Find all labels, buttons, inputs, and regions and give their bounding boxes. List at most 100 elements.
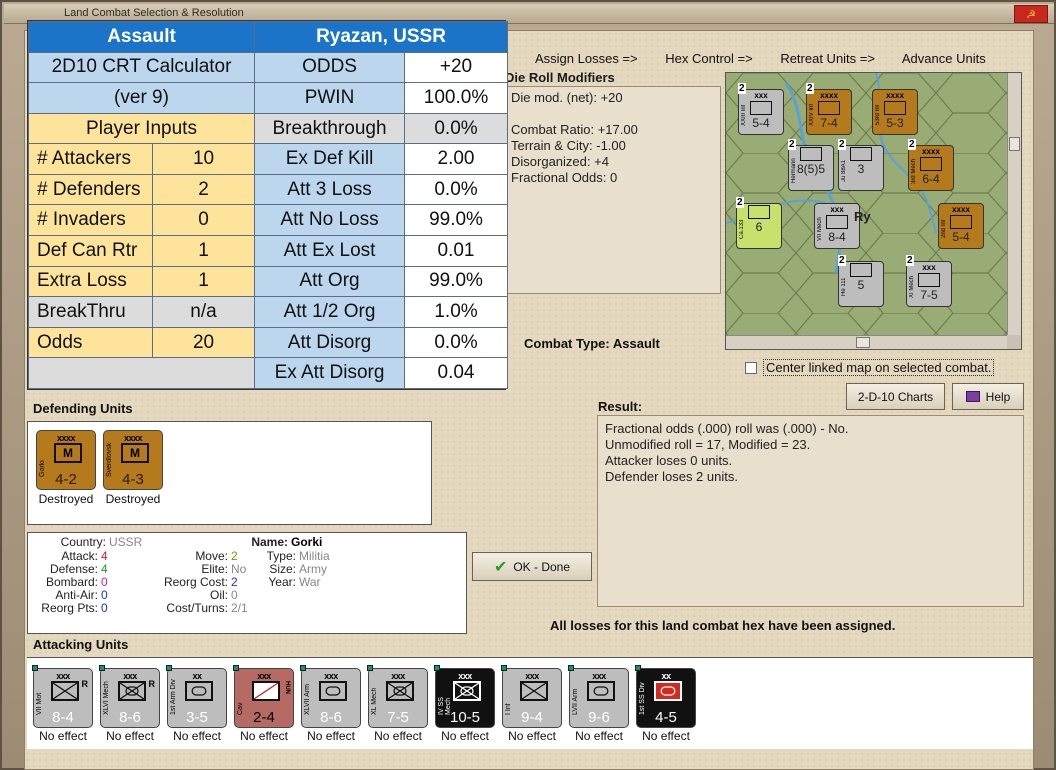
info-antiair-key: Anti-Air: <box>55 588 98 602</box>
crt-cell: +20 <box>404 51 509 84</box>
result-title: Result: <box>598 399 643 414</box>
info-bombard-key: Bombard: <box>45 575 98 589</box>
crt-cell: 1.0% <box>404 296 509 328</box>
defending-unit-counter[interactable]: xxxx M 4-2 Gorki <box>36 430 96 490</box>
attacking-unit-counter[interactable]: xx 3-5 1st Arm Div <box>166 665 227 728</box>
crt-cell: Def Can Rtr <box>28 235 153 267</box>
checkbox-box[interactable] <box>745 361 757 374</box>
map-horizontal-scrollbar[interactable] <box>726 335 1009 349</box>
unit-type-symbol-icon <box>587 681 615 701</box>
all-losses-message: All losses for this land combat hex have… <box>550 618 896 633</box>
map-counter[interactable]: xxx 5-4 XXIII Inf 2 <box>738 83 784 135</box>
unit-name: Sverdlovsk <box>106 442 113 477</box>
crt-cell: Att Org <box>254 265 406 298</box>
attacking-unit-counter[interactable]: xx 4-5 1st SS Div <box>635 665 696 728</box>
info-oil-value: 0 <box>231 588 238 602</box>
map-counter[interactable]: xxx 7-5 XI Mech 2 <box>906 255 952 307</box>
attacking-unit-status: No effect <box>374 729 422 743</box>
map-counter[interactable]: 8(5)5 Hermann 2 <box>788 139 834 191</box>
map-city-label: Ry <box>854 209 871 224</box>
unit-name: 1st SS Div <box>639 682 646 715</box>
unit-type-symbol-icon <box>51 681 79 701</box>
scroll-corner <box>1007 335 1021 349</box>
crt-cell: 2 <box>151 173 256 206</box>
phase-assign-losses[interactable]: Assign Losses => <box>535 51 638 66</box>
crt-cell: 0 <box>151 204 256 237</box>
crt-row: Ex Att Disorg 0.04 <box>27 357 509 389</box>
crt-cell <box>27 357 256 389</box>
info-reorgcost-key: Reorg Cost: <box>163 575 228 589</box>
map-counter-symbol <box>850 263 872 277</box>
defending-unit-status: Destroyed <box>105 492 161 506</box>
map-counter-size: xxx <box>754 91 768 100</box>
defending-unit-status: Destroyed <box>38 492 94 506</box>
crt-cell: n/a <box>151 296 256 328</box>
attacking-unit-counter[interactable]: xxx 7-5 XL Mech <box>367 665 428 728</box>
info-attack-value: 4 <box>101 549 108 563</box>
unit-name: XL Mech <box>371 687 378 715</box>
linked-map[interactable]: xxx 5-4 XXIII Inf 2 xxxx 7-4 XXIV Inf 2 xxxx 5-3 5… <box>725 72 1022 350</box>
defending-unit-counter[interactable]: xxxx M 4-3 Sverdlovsk <box>103 430 163 490</box>
map-counter-unit-name: Hermann <box>791 158 797 184</box>
phase-advance-units[interactable]: Advance Units <box>902 51 986 66</box>
map-counter-unit-name: XXIV Inf <box>809 104 815 127</box>
info-cost-value: 2/1 <box>231 601 248 615</box>
help-button[interactable]: Help <box>952 383 1024 410</box>
info-name-value: Gorki <box>291 535 323 549</box>
map-counter[interactable]: xxxx 7-4 XXIV Inf 2 <box>806 83 852 135</box>
map-counter-unit-name: Ca.133 <box>739 219 745 239</box>
crt-row: # Invaders 0 Att No Loss 99.0% <box>28 204 509 237</box>
unit-name: XLVII Arm <box>304 684 311 715</box>
crt-cell: 99.0% <box>404 265 509 298</box>
phase-retreat-units[interactable]: Retreat Units => <box>780 51 875 66</box>
map-counter[interactable]: xxxx 5-4 2nd Inf <box>938 203 984 249</box>
map-counter-size: xxxx <box>886 91 904 100</box>
center-linked-map-checkbox[interactable]: Center linked map on selected combat. <box>745 359 995 376</box>
unit-name: 1st Arm Div <box>170 679 177 715</box>
crt-cell: (ver 9) <box>27 82 256 114</box>
ok-done-button[interactable]: ✔ OK - Done <box>472 552 592 581</box>
attacking-unit-counter[interactable]: xxx 8-4 VII Mot R <box>32 665 93 728</box>
map-counter[interactable]: 6 Ca.133 2 <box>736 197 782 249</box>
info-elite-value: No <box>231 562 247 576</box>
result-line: Defender loses 2 units. <box>605 469 738 484</box>
attacking-unit-counter[interactable]: xxx 8-6 XLVII Arm <box>300 665 361 728</box>
crt-cell: Odds <box>28 326 153 359</box>
unit-type-symbol-icon <box>185 681 213 701</box>
crt-cell: 0.0% <box>404 112 509 145</box>
attacking-unit-status: No effect <box>642 729 690 743</box>
attacking-unit-counter[interactable]: xxx 9-6 LVII Arm <box>568 665 629 728</box>
map-counter[interactable]: 3 Ju 88A1 2 <box>838 139 884 191</box>
map-counter-symbol <box>950 215 972 229</box>
attacking-unit-counter[interactable]: xxx 10-5 IV SS Mech <box>434 665 495 728</box>
phase-bar: Assign Losses => Hex Control => Retreat … <box>535 51 1010 66</box>
crt-cell: # Attackers <box>28 143 153 175</box>
unit-type-symbol-icon <box>252 681 280 701</box>
map-hscroll-thumb[interactable] <box>856 337 870 348</box>
info-move-key: Move: <box>195 549 228 563</box>
crt-cell: Ex Def Kill <box>254 143 406 175</box>
charts-button[interactable]: 2-D-10 Charts <box>846 383 945 410</box>
attacking-unit-counter[interactable]: xxx 2-4 Cav HUN <box>233 665 294 728</box>
info-reorg-value: 0 <box>101 601 108 615</box>
crt-row: Def Can Rtr 1 Att Ex Lost 0.01 <box>28 235 509 267</box>
attacking-unit-counter[interactable]: xxx 9-4 I Inf <box>501 665 562 728</box>
crt-cell: Ryazan, USSR <box>254 21 509 53</box>
crt-cell: Breakthrough <box>254 112 406 145</box>
attacking-unit-status: No effect <box>508 729 556 743</box>
map-vscroll-thumb[interactable] <box>1009 137 1020 151</box>
attacking-unit-counter[interactable]: xxx 8-6 XLVI Mech R <box>99 665 160 728</box>
map-vertical-scrollbar[interactable] <box>1007 73 1021 335</box>
map-counter-stack: 2 <box>906 255 914 266</box>
drm-line <box>511 106 715 122</box>
crt-row: Assault Ryazan, USSR <box>27 21 509 53</box>
map-counter[interactable]: 5 He 111 2 <box>838 255 884 307</box>
unit-type-symbol-icon <box>118 681 146 701</box>
info-country-key: Country: <box>60 535 106 549</box>
map-counter[interactable]: xxxx 5-3 53rd Inf <box>872 89 918 135</box>
crt-cell: 0.0% <box>404 326 509 359</box>
phase-hex-control[interactable]: Hex Control => <box>665 51 752 66</box>
map-counter[interactable]: xxxx 6-4 3rd Mech 2 <box>908 139 954 191</box>
map-counter-unit-name: 3rd Mech <box>911 158 917 184</box>
map-counter-size: xxx <box>922 263 936 272</box>
